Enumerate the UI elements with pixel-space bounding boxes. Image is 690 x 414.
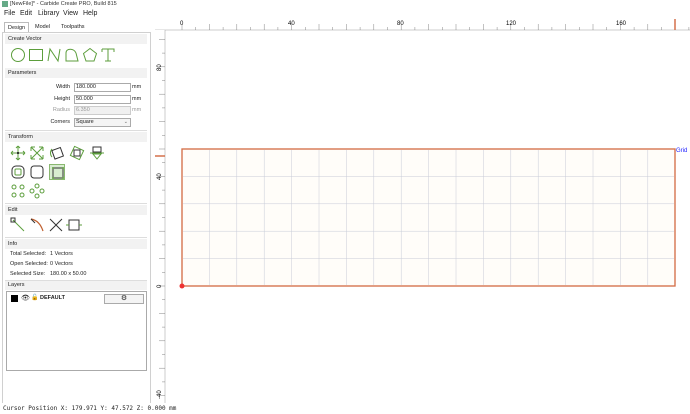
layers-header: [5, 281, 147, 290]
total-selected-value: 1 Vectors: [50, 251, 73, 257]
selected-size-row: Selected Size: 180.00 x 50.00: [10, 271, 86, 277]
open-selected-value: 0 Vectors: [50, 261, 73, 267]
lock-icon[interactable]: 🔓: [31, 294, 38, 301]
mirror-icon[interactable]: [89, 145, 105, 161]
radius-input[interactable]: 6.350: [74, 106, 131, 115]
menu-bar: File Edit Library View Help: [0, 9, 690, 19]
info-header: [5, 239, 147, 249]
top-ruler-label: 160: [616, 21, 627, 27]
width-label: Width: [55, 84, 70, 90]
corners-label: Corners: [50, 119, 70, 125]
tab-toolpaths[interactable]: Toolpaths: [58, 22, 88, 32]
width-unit: mm: [132, 84, 142, 90]
total-selected-row: Total Selected: 1 Vectors: [10, 251, 73, 257]
move-icon[interactable]: [10, 145, 26, 161]
transform-heading: Transform: [8, 134, 33, 140]
menu-library[interactable]: Library: [38, 9, 59, 19]
create-vector-heading: Create Vector: [8, 36, 42, 42]
window-title: [NewFile]* - Carbide Create PRO, Build 8…: [10, 1, 117, 7]
layer-row[interactable]: 👁 🔓 DEFAULT ⚙: [9, 294, 144, 304]
text-icon[interactable]: [100, 47, 116, 63]
corners-value: Square: [76, 119, 94, 125]
panel-tabs: Design Model Toolpaths: [0, 22, 150, 33]
top-ruler-label: 120: [506, 21, 517, 27]
edit-header: [5, 205, 147, 215]
rotate-box-icon[interactable]: [69, 145, 85, 161]
close-path-icon[interactable]: [66, 217, 82, 233]
layers-list: 👁 🔓 DEFAULT ⚙: [6, 291, 147, 371]
left-ruler-label: 40: [157, 173, 163, 180]
edit-heading: Edit: [8, 207, 18, 213]
menu-edit[interactable]: Edit: [20, 9, 32, 19]
node-edit-icon[interactable]: [10, 217, 26, 233]
divider: [5, 203, 147, 204]
polygon-icon[interactable]: [82, 47, 98, 63]
layer-settings-button[interactable]: ⚙: [104, 294, 144, 304]
info-heading: Info: [8, 241, 18, 247]
selected-size-label: Selected Size:: [10, 271, 46, 277]
curve-icon[interactable]: [64, 47, 80, 63]
layer-color-swatch[interactable]: [11, 295, 18, 302]
width-input[interactable]: 180.000: [74, 83, 131, 92]
boundary-icon[interactable]: [49, 164, 65, 180]
top-ruler-label: 80: [397, 21, 404, 27]
eye-icon[interactable]: 👁: [21, 294, 30, 302]
title-bar: [NewFile]* - Carbide Create PRO, Build 8…: [0, 0, 690, 9]
chevron-down-icon: ⌄: [123, 119, 128, 125]
tab-model[interactable]: Model: [32, 22, 53, 32]
design-canvas[interactable]: 0 40 80 120 160 80 40 0 -40 Grid: [155, 19, 690, 403]
total-selected-label: Total Selected:: [10, 251, 47, 257]
offset-icon[interactable]: [10, 164, 26, 180]
selected-size-value: 180.00 x 50.00: [50, 271, 87, 277]
top-ruler-label: 40: [288, 21, 295, 27]
rectangle-icon[interactable]: [28, 47, 44, 63]
gear-icon: ⚙: [120, 295, 128, 302]
menu-file[interactable]: File: [4, 9, 15, 19]
open-selected-row: Open Selected: 0 Vectors: [10, 261, 73, 267]
status-bar: Cursor Position X: 179.971 Y: 47.572 Z: …: [0, 403, 690, 414]
height-unit: mm: [132, 96, 142, 102]
divider: [5, 237, 147, 238]
open-selected-label: Open Selected:: [10, 261, 48, 267]
grid-label[interactable]: Grid: [676, 148, 687, 154]
left-ruler-label: 80: [157, 64, 163, 71]
menu-view[interactable]: View: [63, 9, 78, 19]
rotate-icon[interactable]: [49, 145, 65, 161]
corners-select[interactable]: Square ⌄: [74, 118, 131, 127]
cursor-position: Cursor Position X: 179.971 Y: 47.572 Z: …: [3, 405, 177, 412]
layer-name: DEFAULT: [40, 295, 65, 301]
height-label: Height: [54, 96, 70, 102]
radius-unit: mm: [132, 107, 142, 113]
parameters-heading: Parameters: [8, 70, 37, 76]
menu-help[interactable]: Help: [83, 9, 97, 19]
origin-marker[interactable]: [179, 283, 185, 289]
polyline-icon[interactable]: [46, 47, 62, 63]
circular-array-icon[interactable]: [29, 183, 45, 199]
divider: [5, 130, 147, 131]
trim-icon[interactable]: [29, 217, 45, 233]
scale-icon[interactable]: [29, 145, 45, 161]
layers-heading: Layers: [8, 282, 25, 288]
radius-label: Radius: [52, 107, 70, 113]
circle-icon[interactable]: [10, 47, 26, 63]
height-input[interactable]: 50.000: [74, 95, 131, 104]
cut-icon[interactable]: [48, 217, 64, 233]
app-icon: [2, 1, 8, 7]
array-icon[interactable]: [10, 183, 26, 199]
canvas-svg: 0 40 80 120 160 80 40 0 -40 Grid: [155, 19, 690, 403]
fillet-icon[interactable]: [29, 164, 45, 180]
left-ruler-label: -40: [157, 390, 163, 399]
